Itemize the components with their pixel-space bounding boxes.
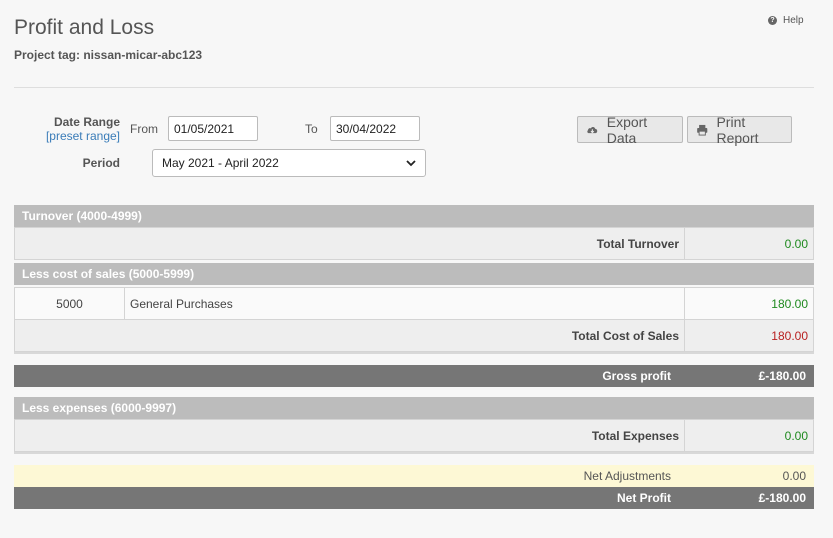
printer-icon xyxy=(697,124,708,136)
total-expenses-row: Total Expenses 0.00 xyxy=(14,419,814,452)
column-divider xyxy=(684,288,685,319)
page-title: Profit and Loss xyxy=(14,16,155,39)
to-label: To xyxy=(305,122,318,136)
period-select-value: May 2021 - April 2022 xyxy=(162,156,279,170)
from-date-input[interactable] xyxy=(168,116,258,141)
print-report-label: Print Report xyxy=(716,113,759,146)
total-cost-of-sales-row: Total Cost of Sales 180.00 xyxy=(14,319,814,352)
account-value: 180.00 xyxy=(771,296,808,311)
preset-range-link[interactable]: [preset range] xyxy=(46,129,120,143)
gross-profit-value: £-180.00 xyxy=(758,369,806,383)
period-select[interactable]: May 2021 - April 2022 xyxy=(152,149,426,177)
period-label: Period xyxy=(82,156,120,170)
total-cost-of-sales-label: Total Cost of Sales xyxy=(571,328,679,343)
net-adjustments-label: Net Adjustments xyxy=(583,469,671,483)
column-divider xyxy=(684,420,685,451)
section-end-line xyxy=(14,352,814,354)
net-adjustments-band: Net Adjustments 0.00 xyxy=(14,465,814,487)
question-circle-icon: ? xyxy=(768,16,777,25)
export-data-button[interactable]: Export Data xyxy=(577,113,683,146)
help-label: Help xyxy=(783,15,804,26)
account-code: 5000 xyxy=(15,288,125,319)
net-profit-band: Net Profit £-180.00 xyxy=(14,487,814,509)
column-divider xyxy=(684,228,685,259)
cloud-download-icon xyxy=(587,126,598,133)
expenses-section-header: Less expenses (6000-9997) xyxy=(14,397,814,419)
gross-profit-label: Gross profit xyxy=(602,369,671,383)
chevron-down-icon xyxy=(406,160,416,167)
total-turnover-value: 0.00 xyxy=(784,236,808,251)
print-report-button[interactable]: Print Report xyxy=(687,113,792,146)
export-data-label: Export Data xyxy=(606,113,648,146)
total-expenses-value: 0.00 xyxy=(784,428,808,443)
net-profit-label: Net Profit xyxy=(617,491,671,505)
project-tag: Project tag: nissan-micar-abc123 xyxy=(14,48,203,62)
total-turnover-row: Total Turnover 0.00 xyxy=(14,227,814,260)
divider xyxy=(14,87,814,88)
turnover-section-header: Turnover (4000-4999) xyxy=(14,205,814,227)
net-adjustments-value: 0.00 xyxy=(782,469,806,483)
total-expenses-label: Total Expenses xyxy=(591,428,679,443)
date-range-label: Date Range xyxy=(53,115,120,129)
from-label: From xyxy=(130,122,158,136)
table-row: 5000 General Purchases 180.00 xyxy=(14,287,814,320)
to-date-input[interactable] xyxy=(330,116,420,141)
net-profit-value: £-180.00 xyxy=(758,491,806,505)
account-description: General Purchases xyxy=(130,296,233,311)
total-turnover-label: Total Turnover xyxy=(596,236,679,251)
help-link[interactable]: ? Help xyxy=(768,15,804,26)
cost-of-sales-section-header: Less cost of sales (5000-5999) xyxy=(14,263,814,285)
column-divider xyxy=(684,320,685,351)
total-cost-of-sales-value: 180.00 xyxy=(771,328,808,343)
gross-profit-band: Gross profit £-180.00 xyxy=(14,365,814,387)
section-end-line xyxy=(14,452,814,454)
